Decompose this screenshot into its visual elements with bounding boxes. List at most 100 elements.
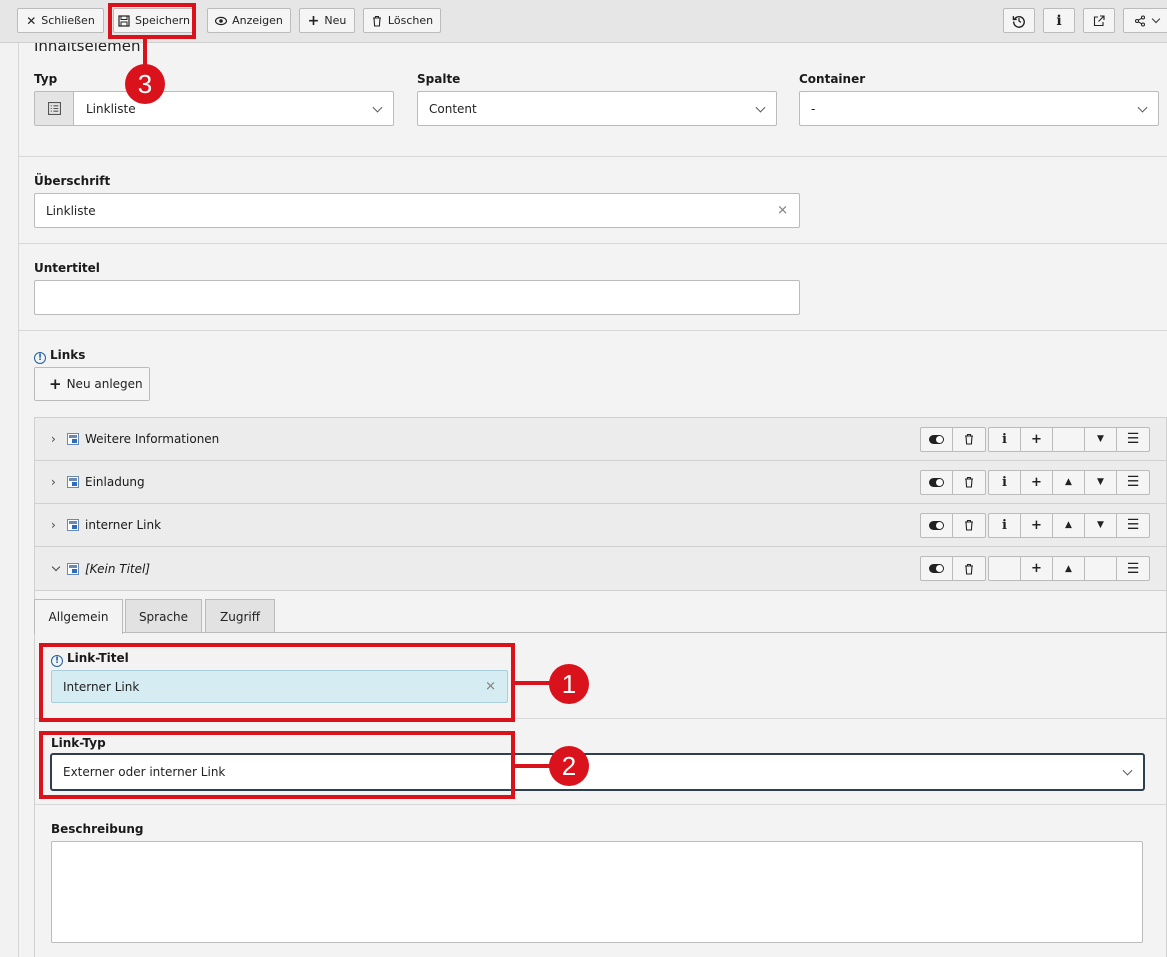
move-up-icon[interactable]: ▲ [1053, 513, 1085, 537]
move-up-icon [1053, 427, 1085, 451]
divider [35, 804, 1167, 805]
plus-icon[interactable]: + [1021, 513, 1053, 537]
move-up-icon[interactable]: ▲ [1053, 557, 1085, 580]
beschreibung-textarea[interactable] [51, 841, 1143, 943]
chevron-down-icon[interactable] [51, 562, 61, 572]
open-external-button[interactable] [1083, 8, 1115, 33]
typ-label: Typ [34, 72, 58, 86]
untertitel-input[interactable] [34, 280, 800, 315]
plus-icon: + [49, 375, 62, 393]
chevron-right-icon[interactable]: › [51, 518, 63, 532]
drag-handle-icon[interactable]: ☰ [1117, 514, 1149, 537]
record-controls-1 [920, 556, 986, 581]
divider [19, 156, 1167, 157]
move-down-icon[interactable]: ▼ [1085, 470, 1117, 494]
spalte-select[interactable]: Content [417, 91, 777, 126]
chevron-right-icon[interactable]: › [51, 475, 63, 489]
list-item[interactable]: › Einladung i + ▲ ▼ ☰ [34, 461, 1167, 504]
tab-sprache[interactable]: Sprache [125, 599, 202, 633]
clear-icon[interactable]: ✕ [777, 203, 788, 218]
plus-icon: + [307, 12, 320, 29]
container-label: Container [799, 72, 866, 86]
delete-button[interactable]: Löschen [363, 8, 441, 33]
plus-icon[interactable]: + [1021, 427, 1053, 451]
annotation-connector [513, 681, 550, 685]
ueberschrift-label: Überschrift [34, 174, 111, 188]
info-button[interactable]: i [1043, 8, 1075, 33]
plus-icon[interactable]: + [1021, 470, 1053, 494]
chevron-right-icon[interactable]: › [51, 432, 63, 446]
tab-divider [123, 632, 1167, 633]
chevron-down-icon [755, 102, 766, 113]
annotation-badge-2: 2 [549, 746, 589, 786]
ueberschrift-input[interactable]: Linkliste ✕ [34, 193, 800, 228]
share-icon [1135, 15, 1145, 26]
move-down-icon[interactable]: ▼ [1085, 427, 1117, 451]
info-icon[interactable]: i [989, 427, 1021, 451]
divider [19, 330, 1167, 331]
annotation-connector [143, 38, 147, 66]
annotation-badge-1: 1 [549, 664, 589, 704]
list-item[interactable]: [Kein Titel] + ▲ ☰ [34, 547, 1167, 591]
close-icon: ✕ [26, 13, 37, 28]
tab-allgemein[interactable]: Allgemein [34, 599, 123, 634]
trash-icon[interactable] [953, 428, 985, 451]
record-controls-2: i + ▲ ▼ ☰ [988, 512, 1150, 538]
drag-handle-icon[interactable]: ☰ [1117, 428, 1149, 451]
info-icon[interactable]: i [989, 513, 1021, 537]
close-button[interactable]: ✕ Schließen [17, 8, 104, 33]
record-controls-1 [920, 469, 986, 495]
trash-icon[interactable] [953, 557, 985, 580]
container-select[interactable]: - [799, 91, 1159, 126]
list-item[interactable]: › interner Link i + ▲ ▼ ☰ [34, 504, 1167, 547]
drag-handle-icon[interactable]: ☰ [1117, 557, 1149, 580]
list-item[interactable]: › Weitere Informationen i + ▼ ☰ [34, 417, 1167, 461]
annotation-box-link-typ [39, 731, 515, 799]
content-area: Inhaltselemen Typ Linkliste Spalte Conte… [18, 43, 1167, 957]
chevron-down-icon [1122, 765, 1133, 776]
info-circle-icon: ! [34, 352, 46, 364]
info-icon[interactable]: i [989, 470, 1021, 494]
annotation-badge-3: 3 [125, 64, 165, 104]
toggle-icon[interactable] [921, 427, 953, 451]
toggle-icon[interactable] [921, 513, 953, 537]
move-down-icon[interactable]: ▼ [1085, 513, 1117, 537]
annotation-box-save [108, 3, 196, 39]
plus-icon[interactable]: + [1021, 557, 1053, 580]
chevron-down-icon [1151, 14, 1161, 24]
record-controls-1 [920, 512, 986, 538]
view-button[interactable]: Anzeigen [207, 8, 291, 33]
untertitel-label: Untertitel [34, 261, 100, 275]
beschreibung-label: Beschreibung [51, 822, 144, 836]
chevron-down-icon [372, 102, 383, 113]
toggle-icon[interactable] [921, 470, 953, 494]
record-controls-2: i + ▲ ▼ ☰ [988, 469, 1150, 495]
chevron-down-icon [1137, 102, 1148, 113]
record-controls-2: i + ▼ ☰ [988, 426, 1150, 452]
links-label: ! Links [34, 348, 85, 364]
info-icon: i [1056, 12, 1062, 29]
annotation-connector [513, 764, 550, 768]
record-controls-2: + ▲ ☰ [988, 556, 1150, 581]
move-down-placeholder [1085, 557, 1117, 580]
section-title: Inhaltselemen [34, 43, 141, 55]
external-link-icon [1093, 14, 1105, 26]
trash-icon[interactable] [953, 514, 985, 537]
annotation-box-link-titel [39, 643, 515, 722]
divider [19, 243, 1167, 244]
trash-icon [372, 15, 381, 27]
move-up-icon[interactable]: ▲ [1053, 470, 1085, 494]
history-button[interactable] [1003, 8, 1035, 33]
tab-zugriff[interactable]: Zugriff [205, 599, 275, 633]
typ-select[interactable]: Linkliste [34, 91, 394, 126]
info-placeholder [989, 557, 1021, 580]
toggle-icon[interactable] [921, 557, 953, 580]
new-button[interactable]: + Neu [299, 8, 355, 33]
record-controls-1 [920, 426, 986, 452]
add-link-button[interactable]: + Neu anlegen [34, 367, 150, 401]
record-icon [67, 562, 79, 575]
drag-handle-icon[interactable]: ☰ [1117, 471, 1149, 494]
trash-icon[interactable] [953, 471, 985, 494]
share-button[interactable] [1123, 8, 1167, 33]
eye-icon [215, 16, 228, 25]
